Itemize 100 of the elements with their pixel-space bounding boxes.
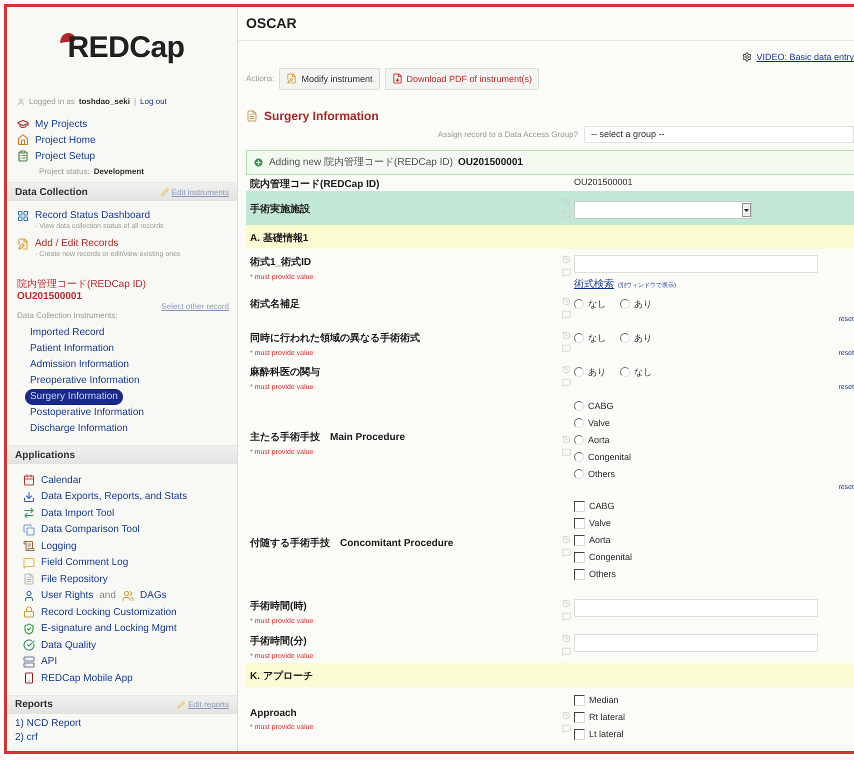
comment-icon[interactable] <box>562 548 571 557</box>
checkbox[interactable] <box>574 500 585 512</box>
instrument-link[interactable]: Surgery Information <box>25 389 123 405</box>
form-title: Surgery Information <box>264 108 379 123</box>
group-select[interactable]: -- select a group -- <box>584 126 854 143</box>
field-label: 術式1_術式ID <box>250 256 312 269</box>
document-pencil-icon <box>286 73 298 84</box>
banner-id: OU201500001 <box>458 156 523 168</box>
checkbox[interactable] <box>574 712 585 722</box>
nav-link[interactable]: Project Home <box>35 134 96 146</box>
radio-button[interactable] <box>574 333 584 343</box>
option-label: Lt lateral <box>589 729 624 739</box>
comment-icon[interactable] <box>562 612 571 621</box>
search-link[interactable]: 術式検索 <box>574 277 614 291</box>
checkbox[interactable] <box>574 534 585 546</box>
history-icon[interactable] <box>562 331 571 340</box>
nav-link[interactable]: My Projects <box>35 118 88 130</box>
comment-icon[interactable] <box>562 268 571 277</box>
history-icon[interactable] <box>562 197 571 206</box>
radio-button[interactable] <box>574 418 584 428</box>
field-label: 手術実施施設 <box>250 202 311 216</box>
plus-icon <box>253 156 264 168</box>
app-link[interactable]: API <box>41 656 58 668</box>
checkbox[interactable] <box>574 728 585 740</box>
report-link[interactable]: 2) crf <box>7 732 237 746</box>
history-icon[interactable] <box>562 365 571 374</box>
history-icon[interactable] <box>562 255 571 264</box>
nav-link[interactable]: Project Setup <box>35 150 96 162</box>
modify-button[interactable]: Modify instrument <box>279 68 380 90</box>
video-link[interactable]: VIDEO: Basic data entry <box>756 52 854 62</box>
history-icon[interactable] <box>562 711 571 720</box>
checkbox[interactable] <box>574 568 585 580</box>
option-label: Valve <box>589 518 611 528</box>
history-icon[interactable] <box>562 634 571 643</box>
comment-icon[interactable] <box>562 210 571 219</box>
report-link[interactable]: 1) NCD Report <box>7 718 237 732</box>
comment-icon[interactable] <box>562 724 571 733</box>
comment-icon[interactable] <box>562 647 571 656</box>
app-link[interactable]: Data Import Tool <box>41 508 114 519</box>
text-field[interactable] <box>574 634 818 652</box>
instrument-link[interactable]: Preoperative Information <box>25 373 145 389</box>
option-label: あり <box>634 298 652 310</box>
section-title: Data Collection <box>15 186 88 198</box>
instrument-link[interactable]: Postoperative Information <box>25 405 149 421</box>
nav-link[interactable]: Add / Edit Records <box>35 238 181 249</box>
radio-button[interactable] <box>574 452 584 462</box>
history-icon[interactable] <box>562 297 571 306</box>
app-link[interactable]: Data Comparison Tool <box>41 524 140 536</box>
checkbox[interactable] <box>574 552 585 562</box>
history-icon[interactable] <box>562 535 571 544</box>
shield-icon <box>23 622 35 635</box>
file-icon <box>23 573 35 586</box>
instrument-link[interactable]: Patient Information <box>25 341 119 357</box>
dropdown-field[interactable] <box>574 201 752 219</box>
app-link[interactable]: Logging <box>41 540 77 552</box>
radio-button[interactable] <box>574 401 584 411</box>
section-title: Reports <box>15 699 53 710</box>
radio-button[interactable] <box>574 469 584 479</box>
radio-button[interactable] <box>574 367 584 377</box>
app-link[interactable]: DAGs <box>140 590 167 602</box>
app-link[interactable]: Calendar <box>41 474 82 486</box>
download-pdf-button[interactable]: Download PDF of instrument(s) <box>384 68 540 90</box>
arrows-icon <box>23 507 35 520</box>
option-label: Others <box>588 469 616 479</box>
pencil-icon <box>160 188 169 196</box>
app-link[interactable]: REDCap Mobile App <box>41 672 133 684</box>
comment-icon[interactable] <box>562 344 571 353</box>
instrument-link[interactable]: Admission Information <box>25 357 134 373</box>
app-link[interactable]: E-signature and Locking Mgmt <box>41 623 177 634</box>
instrument-link[interactable]: Discharge Information <box>25 421 133 437</box>
checkbox[interactable] <box>574 518 585 528</box>
redcap-logo: REDCap <box>59 31 184 65</box>
app-link[interactable]: Field Comment Log <box>41 557 128 568</box>
checkbox[interactable] <box>574 694 585 706</box>
radio-button[interactable] <box>574 435 584 445</box>
app-link[interactable]: Data Quality <box>41 640 96 651</box>
user-icon <box>17 98 25 106</box>
radio-button[interactable] <box>574 299 584 309</box>
app-link[interactable]: File Repository <box>41 574 108 585</box>
comment-icon[interactable] <box>562 310 571 319</box>
history-icon[interactable] <box>562 599 571 608</box>
nav-link[interactable]: Record Status Dashboard <box>35 210 164 221</box>
option-label: あり <box>588 366 606 378</box>
app-link[interactable]: Data Exports, Reports, and Stats <box>41 491 188 502</box>
text-field[interactable] <box>574 599 818 617</box>
history-icon[interactable] <box>562 435 571 444</box>
logout-link[interactable]: Log out <box>140 97 167 106</box>
option-label: CABG <box>589 501 615 511</box>
radio-button[interactable] <box>620 367 630 377</box>
radio-button[interactable] <box>620 299 630 309</box>
checklist-icon <box>17 150 29 162</box>
user-icon <box>23 590 35 602</box>
radio-button[interactable] <box>620 333 630 343</box>
instrument-link[interactable]: Imported Record <box>25 325 110 341</box>
text-field[interactable] <box>574 255 818 273</box>
comment-icon[interactable] <box>562 448 571 457</box>
project-title: OSCAR <box>246 15 297 32</box>
app-link[interactable]: User Rights <box>41 590 94 602</box>
app-link[interactable]: Record Locking Customization <box>41 606 177 618</box>
comment-icon[interactable] <box>562 378 571 387</box>
